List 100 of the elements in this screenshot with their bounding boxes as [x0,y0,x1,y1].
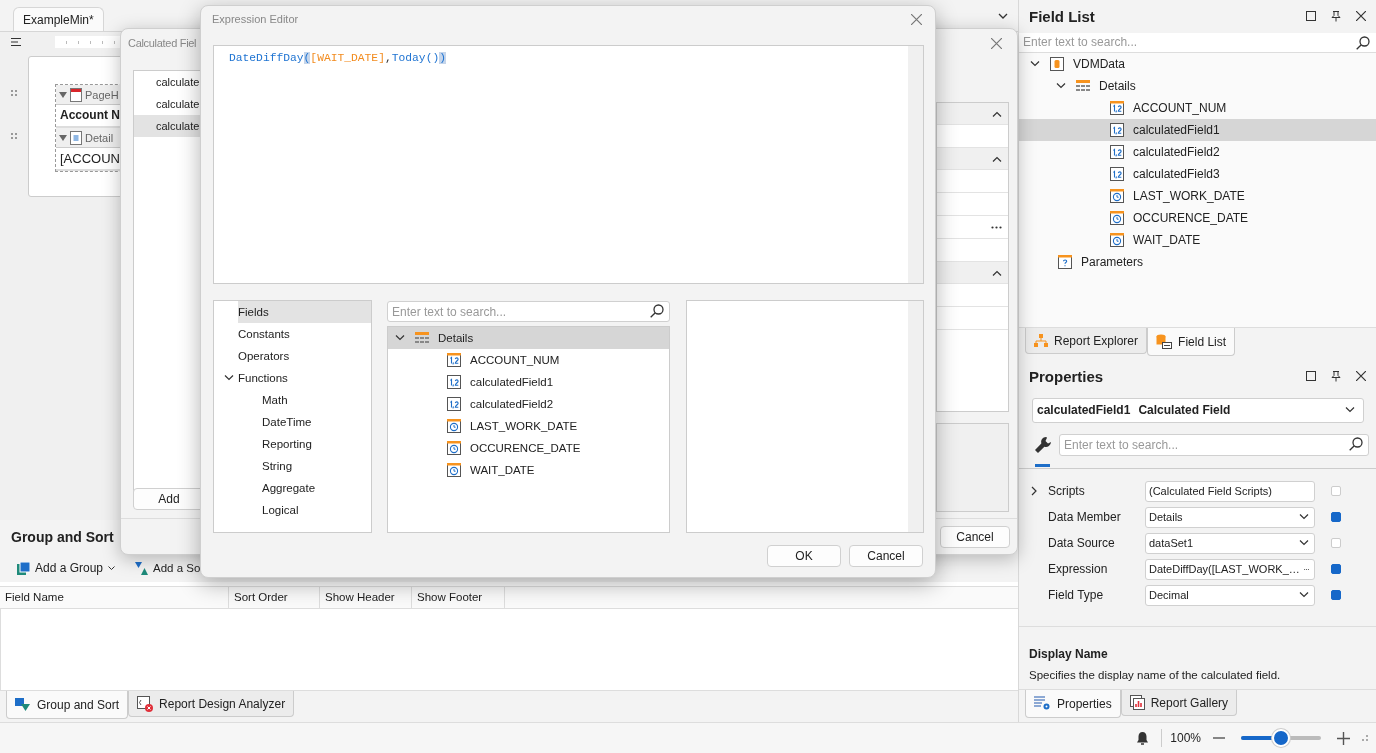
tree-item[interactable]: VDMData [1019,53,1376,76]
chevron-icon[interactable] [992,155,1002,162]
category-item[interactable]: Math [262,389,371,411]
clock-field-icon [1109,210,1125,227]
document-tab[interactable]: ExampleMin* [13,7,104,31]
panel-tab[interactable]: Group and Sort [6,691,129,719]
expression-text: DateDiffDay([WAIT_DATE],Today()) [229,52,446,64]
chart-window-icon [1129,695,1145,711]
number-field-icon [1109,122,1125,139]
tree-item[interactable]: LAST_WORK_DATE [1019,185,1376,208]
caret-icon[interactable] [998,12,1008,19]
zoom-level: 100% [1170,731,1201,745]
description-title: Display Name [1029,647,1109,661]
tree-item[interactable]: calculatedField1 [388,371,669,393]
bell-icon[interactable] [1136,730,1150,746]
panel-tab[interactable]: Report Explorer [1025,328,1148,355]
category-item[interactable]: Fields [238,301,371,323]
column-header[interactable]: Field Name [0,587,229,608]
tree-item[interactable]: ACCOUNT_NUM [388,349,669,371]
tree-item[interactable]: OCCURENCE_DATE [1019,207,1376,230]
chevron-icon[interactable] [1056,83,1066,90]
tree-item[interactable]: WAIT_DATE [388,459,669,481]
zoom-in-icon[interactable] [1337,731,1350,745]
sort-icon [135,561,149,575]
panel-title: Field List [1029,7,1095,25]
wrench-icon[interactable] [1034,436,1052,455]
property-value[interactable]: dataSet1 [1145,532,1315,554]
detail-band-icon [70,130,82,145]
list-gear-icon [1034,696,1051,712]
tree-item[interactable]: OCCURENCE_DATE [388,437,669,459]
search-icon[interactable] [1349,437,1363,452]
category-item[interactable]: Reporting [262,433,371,455]
chevron-icon[interactable] [1030,61,1040,68]
panel-tab[interactable]: Report Gallery [1120,690,1238,717]
scrollbar[interactable] [908,46,923,283]
chevron-icon[interactable] [992,110,1002,117]
close-icon[interactable] [1356,371,1366,382]
cancel-button[interactable]: Cancel [940,526,1010,548]
category-item[interactable]: Functions [238,367,371,389]
panel-tab[interactable]: Properties [1025,690,1121,719]
panel-tab[interactable]: Report Design Analyzer [128,691,295,717]
search-icon[interactable] [1356,35,1370,50]
tree-item[interactable]: Parameters [1019,251,1376,274]
tree-item[interactable]: Details [1019,75,1376,98]
triangle-icon[interactable] [59,90,67,99]
tree-item[interactable]: calculatedField3 [1019,163,1376,186]
maximize-icon[interactable] [1306,11,1316,22]
column-header[interactable]: Show Header [320,587,412,608]
property-value[interactable]: Details [1145,506,1315,528]
clock-field-icon [446,440,462,456]
category-item[interactable]: String [262,455,371,477]
toolbar-button[interactable]: Add a So [132,559,204,577]
chevron-icon[interactable] [395,335,405,341]
tree-item[interactable]: WAIT_DATE [1019,229,1376,252]
pin-icon[interactable] [1331,10,1341,22]
grip-icon[interactable] [11,90,17,96]
chevron-icon[interactable] [224,375,234,381]
pin-icon[interactable] [1331,370,1341,382]
group-sort-icon [15,697,31,712]
category-item[interactable]: Logical [262,499,371,521]
dialog-title: Calculated Fiel [128,37,197,49]
ellipsis-icon[interactable] [991,225,1002,229]
property-name: Field Type [1048,588,1105,603]
hierarchy-icon [1034,334,1048,348]
menu-icon[interactable] [11,38,21,46]
tree-item[interactable]: calculatedField1 [1019,119,1376,142]
dialog-button[interactable]: OK [767,545,841,567]
search-field[interactable]: Enter text to search... [387,301,670,322]
dialog-button[interactable]: Cancel [849,545,923,567]
category-item[interactable]: Aggregate [262,477,371,499]
toolbar-button[interactable]: Add a Group [14,559,119,577]
tree-item[interactable]: Details [388,327,669,349]
property-value[interactable]: (Calculated Field Scripts) [1145,480,1315,502]
panel-tab[interactable]: Field List [1147,328,1236,357]
chevron-icon[interactable] [1030,486,1037,497]
slider-thumb[interactable] [1272,729,1291,747]
search-field[interactable]: Enter text to search... [1059,434,1369,457]
property-value[interactable]: DateDiffDay([LAST_WORK_… [1145,558,1315,580]
object-dropdown[interactable]: calculatedField1 Calculated Field [1032,398,1364,423]
category-item[interactable]: DateTime [262,411,371,433]
number-field-icon [446,374,462,390]
chevron-icon[interactable] [992,269,1002,276]
grip-icon[interactable] [11,133,17,139]
triangle-icon[interactable] [59,133,67,142]
search-icon[interactable] [650,304,664,318]
close-icon[interactable] [1356,11,1366,22]
number-field-icon [1109,144,1125,161]
search-field[interactable]: Enter text to search... [1019,32,1376,54]
category-item[interactable]: Constants [238,323,371,345]
resize-grip-icon[interactable] [1362,735,1368,741]
column-header[interactable]: Sort Order [229,587,320,608]
category-item[interactable]: Operators [238,345,371,367]
tree-item[interactable]: calculatedField2 [1019,141,1376,164]
maximize-icon[interactable] [1306,371,1316,382]
tree-item[interactable]: ACCOUNT_NUM [1019,97,1376,120]
tree-item[interactable]: calculatedField2 [388,393,669,415]
code-editor[interactable]: DateDiffDay([WAIT_DATE],Today()) [213,45,924,284]
column-header[interactable]: Show Footer [412,587,505,608]
property-value[interactable]: Decimal [1145,584,1315,606]
tree-item[interactable]: LAST_WORK_DATE [388,415,669,437]
